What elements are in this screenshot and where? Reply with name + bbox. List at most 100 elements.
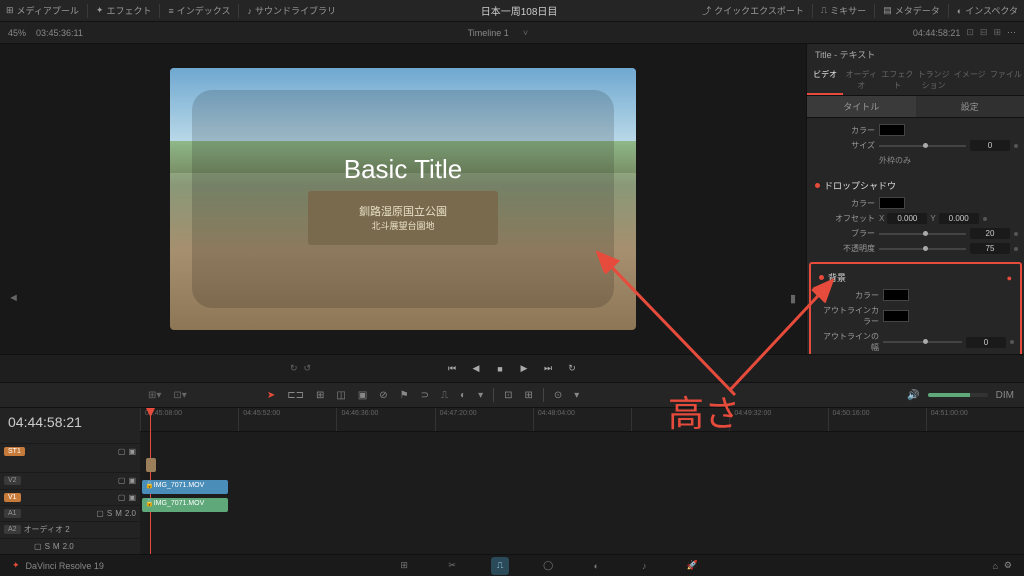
- page-edit[interactable]: ⎍: [491, 557, 509, 575]
- next-clip-button[interactable]: ⏭: [541, 362, 555, 376]
- tab-audio[interactable]: オーディオ: [843, 65, 879, 95]
- solo-icon[interactable]: M: [115, 509, 122, 518]
- stop-button[interactable]: ■: [493, 362, 507, 376]
- keyframe-dot[interactable]: [1014, 144, 1018, 148]
- tab-video[interactable]: ビデオ: [807, 65, 843, 95]
- loop-button[interactable]: ↻: [565, 362, 579, 376]
- expand-icon[interactable]: ⋯: [1007, 27, 1016, 38]
- timeline-name[interactable]: Timeline 1: [468, 28, 509, 38]
- tab-file[interactable]: ファイル: [988, 65, 1024, 95]
- inspector-button[interactable]: ◐インスペクタ: [957, 4, 1018, 18]
- zoom-level[interactable]: 45%: [8, 28, 26, 38]
- volume-icon[interactable]: 🔊: [907, 390, 919, 401]
- trim-tool[interactable]: ⊏⊐: [285, 388, 306, 403]
- viewer-frame[interactable]: Basic Title 釧路湿原国立公園 北斗展望台園地: [170, 68, 636, 330]
- track-toggle-icon[interactable]: ▣: [128, 476, 136, 485]
- track-toggle-icon[interactable]: ▢: [118, 447, 126, 456]
- mark-out-icon[interactable]: ▮: [790, 292, 796, 305]
- mark-in-icon[interactable]: ◄: [8, 292, 19, 304]
- tool-icon[interactable]: ▣: [356, 388, 369, 403]
- track-a2[interactable]: A2: [4, 525, 21, 534]
- loop-icon[interactable]: ↻: [290, 363, 298, 374]
- tool-icon[interactable]: ⊟: [980, 27, 988, 38]
- play-button[interactable]: ▶: [517, 362, 531, 376]
- timeline-timecode[interactable]: 04:44:58:21: [0, 408, 140, 436]
- effects-menu[interactable]: ✦エフェクト: [96, 4, 152, 17]
- track-toggle-icon[interactable]: ▢: [118, 493, 126, 502]
- ds-blur-slider[interactable]: [879, 233, 966, 235]
- track-st1[interactable]: ST1: [4, 447, 25, 456]
- tool-icon[interactable]: ⎍: [439, 388, 450, 403]
- tool-icon[interactable]: ▾: [476, 388, 485, 403]
- page-color[interactable]: ◐: [587, 557, 605, 575]
- ds-opacity-slider[interactable]: [879, 248, 966, 250]
- keyframe-dot[interactable]: [1014, 247, 1018, 251]
- ds-opacity-value[interactable]: 75: [970, 243, 1010, 254]
- tool-icon[interactable]: ⊡▾: [171, 388, 188, 403]
- loop-icon[interactable]: ↺: [304, 363, 312, 374]
- tool-icon[interactable]: ⊡: [966, 27, 974, 38]
- settings-icon[interactable]: ⚙: [1004, 560, 1012, 571]
- track-v2[interactable]: V2: [4, 476, 21, 485]
- bg-outline-width-value[interactable]: 0: [966, 337, 1006, 348]
- timeline-ruler[interactable]: 04:45:08:00 04:45:52:00 04:46:36:00 04:4…: [140, 408, 1024, 432]
- metadata-button[interactable]: ▤メタデータ: [883, 4, 940, 18]
- page-fusion[interactable]: ◯: [539, 557, 557, 575]
- page-media[interactable]: ⊞: [395, 557, 413, 575]
- blade-tool[interactable]: ⊞: [314, 388, 326, 403]
- ds-offset-x[interactable]: 0.000: [887, 213, 927, 224]
- home-icon[interactable]: ⌂: [992, 561, 997, 571]
- tab-transition[interactable]: トランジション: [916, 65, 952, 95]
- section-background[interactable]: 背景: [828, 271, 846, 284]
- ds-blur-value[interactable]: 20: [970, 228, 1010, 239]
- index-menu[interactable]: ≡インデックス: [168, 4, 230, 17]
- page-cut[interactable]: ✂: [443, 557, 461, 575]
- magnet-tool[interactable]: ⊃: [419, 388, 431, 403]
- volume-slider[interactable]: [928, 393, 988, 397]
- tool-icon[interactable]: ⊞: [522, 388, 534, 403]
- link-tool[interactable]: ⊘: [377, 388, 389, 403]
- dim-button[interactable]: DIM: [996, 390, 1014, 401]
- track-toggle-icon[interactable]: ▢: [96, 509, 104, 518]
- tool-icon[interactable]: ◫: [334, 388, 347, 403]
- section-dropshadow[interactable]: ドロップシャドウ: [824, 179, 896, 192]
- track-a1[interactable]: A1: [4, 509, 21, 518]
- subtab-title[interactable]: タイトル: [807, 96, 916, 117]
- track-toggle-icon[interactable]: ▢: [34, 542, 42, 551]
- keyframe-dot[interactable]: [983, 217, 987, 221]
- mediapool-menu[interactable]: ⊞メディアプール: [6, 4, 79, 17]
- page-fairlight[interactable]: ♪: [635, 557, 653, 575]
- subtitle-clip[interactable]: [146, 458, 156, 472]
- outline-only-label[interactable]: 外枠のみ: [879, 155, 911, 166]
- ds-color-swatch[interactable]: [879, 197, 905, 209]
- bg-outline-swatch[interactable]: [883, 310, 909, 322]
- mixer-button[interactable]: ⎍ミキサー: [821, 4, 866, 18]
- keyframe-dot[interactable]: [1010, 340, 1014, 344]
- tool-icon[interactable]: ⊞▾: [146, 388, 163, 403]
- video-clip[interactable]: 🔒IMG_7071.MOV: [142, 480, 228, 494]
- timecode-right[interactable]: 04:44:58:21: [913, 28, 961, 38]
- size-value[interactable]: 0: [970, 140, 1010, 151]
- soundlib-menu[interactable]: ♪サウンドライブラリ: [247, 4, 336, 17]
- audio-clip[interactable]: 🔒IMG_7071.MOV: [142, 498, 228, 512]
- prev-clip-button[interactable]: ⏮: [445, 362, 459, 376]
- arrow-tool[interactable]: ➤: [265, 388, 277, 403]
- color-swatch[interactable]: [879, 124, 905, 136]
- keyframe-dot[interactable]: [1014, 232, 1018, 236]
- page-deliver[interactable]: 🚀: [683, 557, 701, 575]
- track-toggle-icon[interactable]: ▢: [118, 476, 126, 485]
- flag-tool[interactable]: ⚑: [398, 388, 411, 403]
- size-slider[interactable]: [879, 145, 966, 147]
- bg-color-swatch[interactable]: [883, 289, 909, 301]
- timecode-left[interactable]: 03:45:36:11: [36, 28, 83, 38]
- mute-icon[interactable]: S: [107, 509, 112, 518]
- tool-icon[interactable]: ◐: [458, 388, 468, 403]
- subtab-settings[interactable]: 設定: [916, 96, 1024, 117]
- solo-icon[interactable]: M: [53, 542, 60, 551]
- tool-icon[interactable]: ▾: [572, 388, 581, 403]
- track-toggle-icon[interactable]: ▣: [128, 447, 136, 456]
- track-v1[interactable]: V1: [4, 493, 21, 502]
- quickexport-button[interactable]: ⤴クイックエクスポート: [702, 4, 804, 18]
- ds-offset-y[interactable]: 0.000: [939, 213, 979, 224]
- step-back-button[interactable]: ◀: [469, 362, 483, 376]
